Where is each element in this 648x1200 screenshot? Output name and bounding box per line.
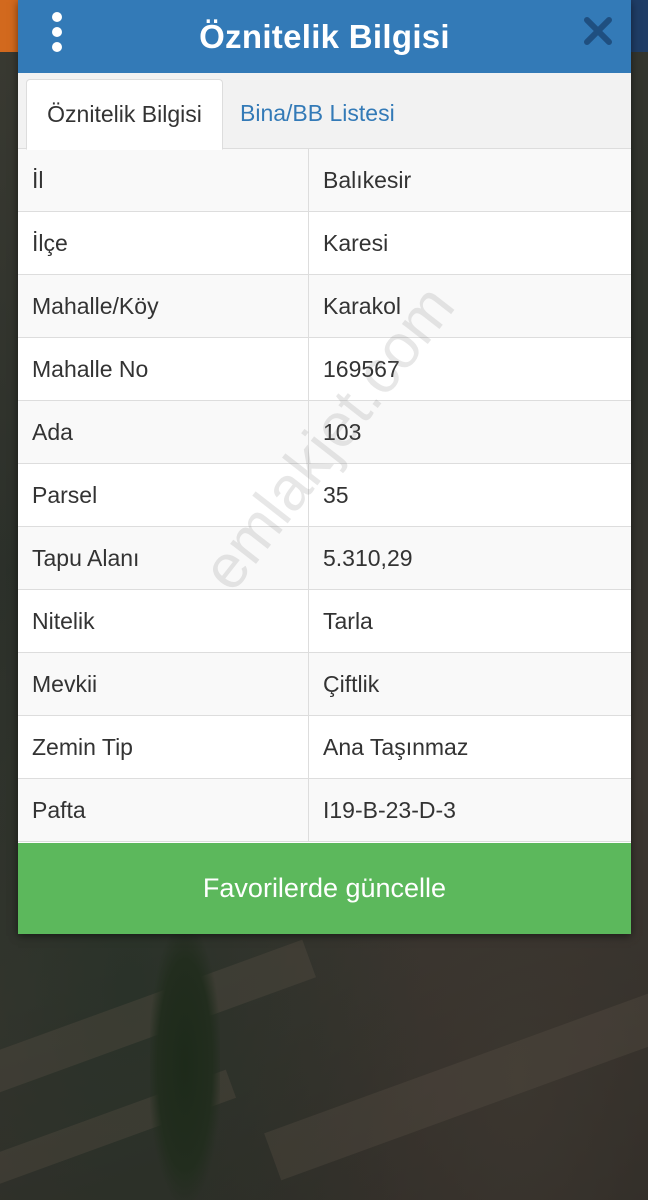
attribute-key: Parsel <box>18 463 309 527</box>
table-row: Ada 103 <box>18 400 631 464</box>
dialog-header: Öznitelik Bilgisi <box>18 0 631 73</box>
attribute-key: Mevkii <box>18 652 309 716</box>
table-row: Tapu Alanı 5.310,29 <box>18 526 631 590</box>
table-row: Nitelik Tarla <box>18 589 631 653</box>
attribute-info-dialog: Öznitelik Bilgisi Öznitelik Bilgisi Bina… <box>18 0 631 934</box>
tab-attribute-info[interactable]: Öznitelik Bilgisi <box>26 79 223 150</box>
close-icon[interactable] <box>583 14 613 48</box>
attribute-key: Nitelik <box>18 589 309 653</box>
attribute-key: Zemin Tip <box>18 715 309 779</box>
table-row: Mahalle/Köy Karakol <box>18 274 631 338</box>
tab-building-list[interactable]: Bina/BB Listesi <box>240 79 395 148</box>
attribute-key: Ada <box>18 400 309 464</box>
kebab-menu-icon[interactable] <box>48 12 66 52</box>
attribute-key: İl <box>18 149 309 212</box>
tab-bar: Öznitelik Bilgisi Bina/BB Listesi <box>18 73 631 150</box>
update-favorites-button[interactable]: Favorilerde güncelle <box>18 843 631 934</box>
attribute-value: Çiftlik <box>308 652 631 716</box>
table-row: İl Balıkesir <box>18 149 631 212</box>
attribute-value: 35 <box>308 463 631 527</box>
table-row: Zemin Tip Ana Taşınmaz <box>18 715 631 779</box>
attribute-value: Ana Taşınmaz <box>308 715 631 779</box>
attribute-value: Tarla <box>308 589 631 653</box>
attribute-value: 5.310,29 <box>308 526 631 590</box>
field-stripe <box>264 989 648 1181</box>
map-toolbar-edge <box>0 0 18 52</box>
attribute-key: Mahalle No <box>18 337 309 401</box>
table-row: İlçe Karesi <box>18 211 631 275</box>
attribute-value: Balıkesir <box>308 149 631 212</box>
attribute-value: 169567 <box>308 337 631 401</box>
map-background[interactable]: Öznitelik Bilgisi Öznitelik Bilgisi Bina… <box>0 0 648 1200</box>
table-row: Mevkii Çiftlik <box>18 652 631 716</box>
map-toolbar-edge <box>630 0 648 52</box>
attribute-value: I19-B-23-D-3 <box>308 778 631 842</box>
table-row: Parsel 35 <box>18 463 631 527</box>
attribute-value: Karakol <box>308 274 631 338</box>
attribute-value: 103 <box>308 400 631 464</box>
dialog-title: Öznitelik Bilgisi <box>199 17 450 55</box>
attribute-value: Karesi <box>308 211 631 275</box>
attribute-key: Mahalle/Köy <box>18 274 309 338</box>
attribute-table: İl Balıkesir İlçe Karesi Mahalle/Köy Kar… <box>18 149 631 842</box>
attribute-key: İlçe <box>18 211 309 275</box>
table-row: Pafta I19-B-23-D-3 <box>18 778 631 842</box>
tree-line <box>150 930 220 1200</box>
table-row: Mahalle No 169567 <box>18 337 631 401</box>
attribute-key: Pafta <box>18 778 309 842</box>
attribute-key: Tapu Alanı <box>18 526 309 590</box>
